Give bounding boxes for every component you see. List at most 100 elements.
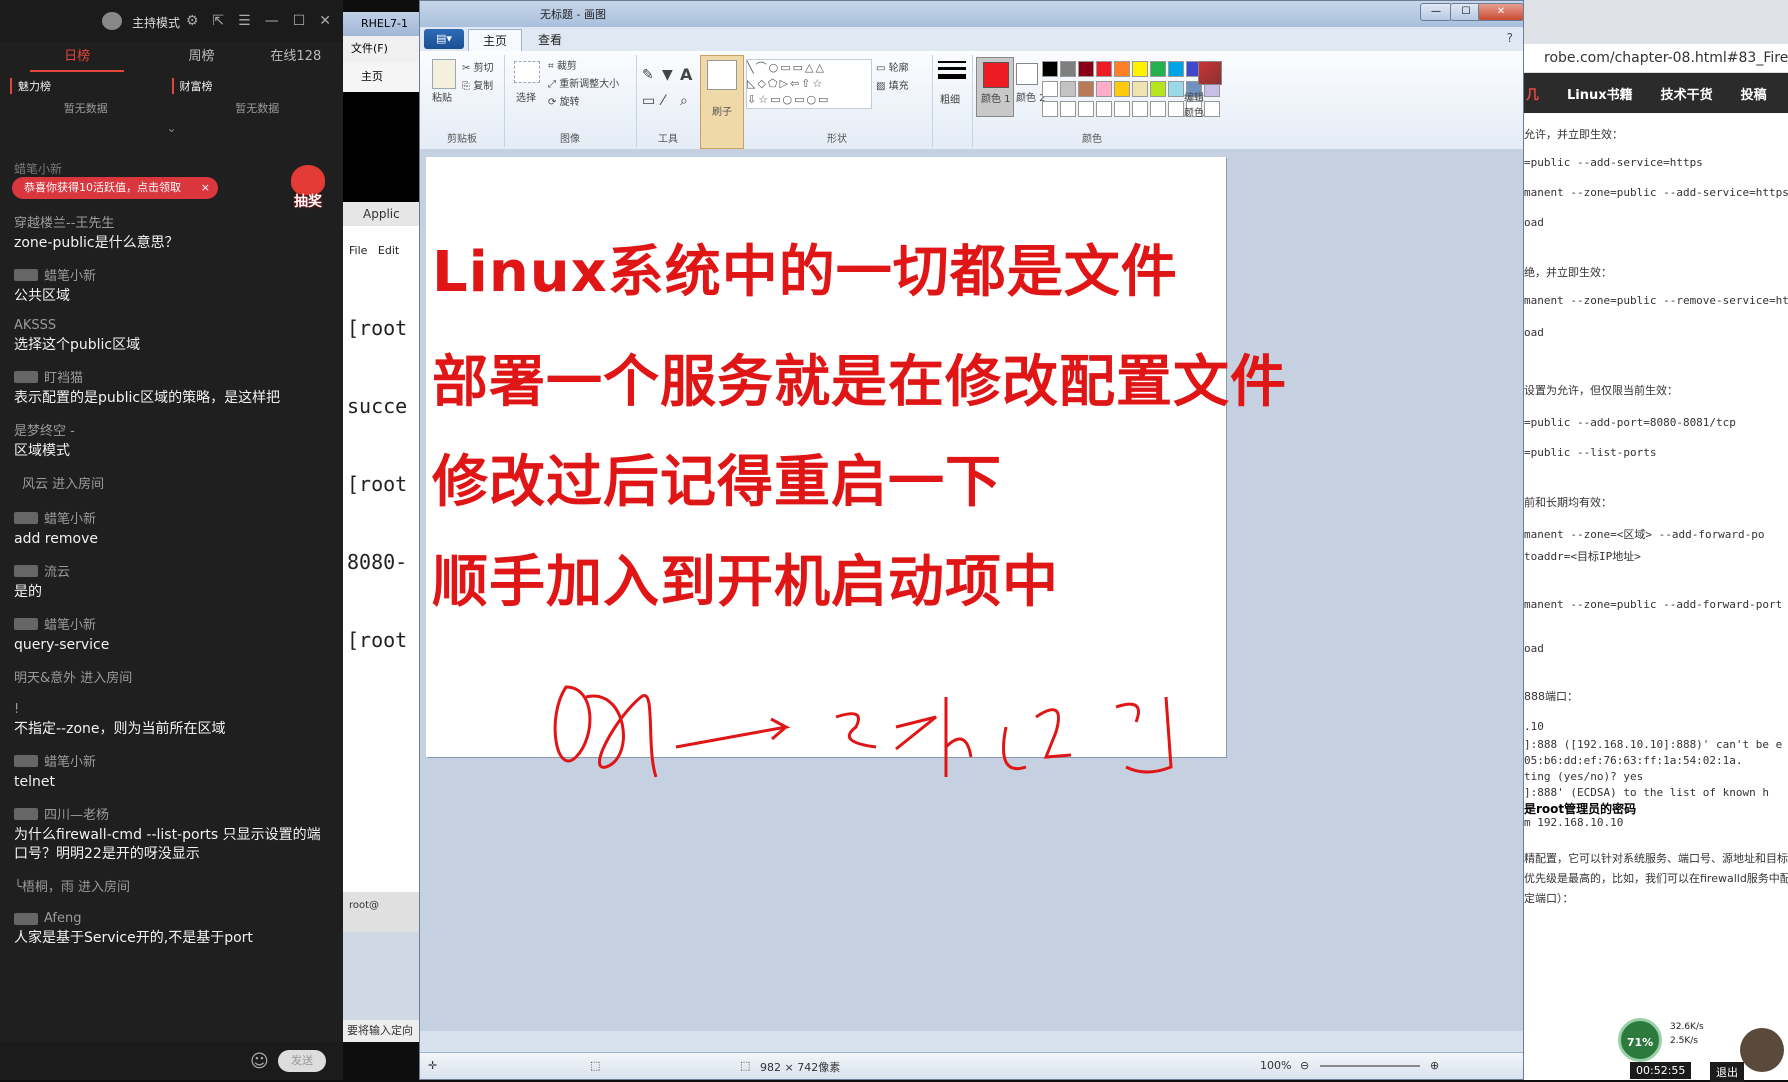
address-bar[interactable]: robe.com/chapter-08.html#83_Firewalld bbox=[1524, 44, 1788, 73]
chat-username[interactable]: 蜡笔小新 bbox=[14, 751, 333, 770]
chat-username[interactable]: 蜡笔小新 bbox=[14, 508, 333, 527]
edit-colors-icon[interactable] bbox=[1198, 61, 1222, 85]
collapse-chevron-icon[interactable]: ⌄ bbox=[0, 122, 343, 134]
eraser-icon[interactable]: ▭ bbox=[642, 93, 655, 109]
applications-menu[interactable]: Applic bbox=[343, 202, 423, 226]
palette-swatch[interactable] bbox=[1078, 61, 1094, 77]
terminal-file-menu[interactable]: File bbox=[349, 244, 367, 257]
paint-menu-button[interactable]: ▤▾ bbox=[424, 29, 464, 49]
help-icon[interactable]: ? bbox=[1507, 31, 1513, 45]
palette-swatch[interactable] bbox=[1168, 81, 1184, 97]
palette-swatch[interactable] bbox=[1132, 81, 1148, 97]
zoom-in-button[interactable]: ⊕ bbox=[1430, 1059, 1439, 1072]
zoom-out-button[interactable]: ⊖ bbox=[1300, 1059, 1309, 1072]
close-icon[interactable]: ✕ bbox=[319, 13, 331, 29]
menu-icon[interactable]: ☰ bbox=[238, 13, 251, 29]
nav-linux-books[interactable]: Linux书籍 bbox=[1567, 84, 1633, 103]
minimize-icon[interactable]: — bbox=[265, 13, 279, 29]
minimize-button[interactable]: — bbox=[1420, 3, 1452, 21]
drawing-canvas[interactable]: Linux系统中的一切都是文件 部署一个服务就是在修改配置文件 修改过后记得重启… bbox=[426, 157, 1286, 778]
settings-icon[interactable]: ⚙ bbox=[186, 13, 199, 29]
reward-banner[interactable]: 恭喜你获得10活跃值，点击领取 × bbox=[12, 177, 218, 199]
palette-swatch[interactable] bbox=[1132, 61, 1148, 77]
palette-swatch[interactable] bbox=[1060, 81, 1076, 97]
chat-username[interactable]: Afeng bbox=[14, 911, 333, 926]
chat-username[interactable]: 蜡笔小新 bbox=[14, 265, 333, 284]
fill-icon[interactable]: ▼ bbox=[662, 67, 673, 83]
palette-swatch[interactable] bbox=[1042, 61, 1058, 77]
palette-swatch-empty[interactable] bbox=[1042, 101, 1058, 117]
palette-swatch[interactable] bbox=[1150, 81, 1166, 97]
paste-icon[interactable] bbox=[432, 59, 456, 89]
palette-swatch[interactable] bbox=[1060, 61, 1076, 77]
magnifier-icon[interactable]: ⌕ bbox=[680, 93, 688, 109]
size-button[interactable]: 粗细 bbox=[932, 55, 973, 147]
chat-username[interactable]: 流云 bbox=[14, 561, 333, 580]
chat-message: Afeng 人家是基于Service开的,不是基于port bbox=[14, 911, 333, 948]
palette-swatch[interactable] bbox=[1168, 61, 1184, 77]
terminal-output[interactable]: [root succe [root 8080- [root bbox=[343, 263, 423, 705]
chat-username[interactable]: ! bbox=[14, 702, 333, 717]
tab-weekly[interactable]: 周榜 bbox=[154, 42, 248, 72]
color1-button[interactable]: 颜色 1 bbox=[976, 57, 1014, 117]
close-icon[interactable]: × bbox=[201, 177, 210, 199]
chat-username[interactable]: 四川—老杨 bbox=[14, 804, 333, 823]
terminal-edit-menu[interactable]: Edit bbox=[378, 244, 399, 257]
select-button[interactable]: 选择 bbox=[516, 89, 536, 104]
popout-icon[interactable]: ⇱ bbox=[212, 13, 224, 29]
close-button[interactable]: ✕ bbox=[1478, 3, 1524, 21]
paste-button[interactable]: 粘贴 bbox=[432, 89, 452, 104]
canvas-text-line: 修改过后记得重启一下 bbox=[432, 450, 1002, 515]
shape-gallery[interactable]: ╲⌒○▭▭△△ ◺◇⬠▷⇦⇧☆ ⇩☆▭○▭○▭ bbox=[746, 59, 872, 109]
maximize-icon[interactable]: ☐ bbox=[293, 13, 306, 29]
send-button[interactable]: 发送 bbox=[278, 1050, 326, 1072]
brush-button[interactable]: 刷子 bbox=[700, 55, 744, 149]
color-picker-icon[interactable]: ⁄ bbox=[662, 93, 664, 109]
nav-tech-articles[interactable]: 技术干货 bbox=[1661, 84, 1713, 103]
zoom-slider[interactable] bbox=[1320, 1065, 1420, 1067]
palette-swatch[interactable] bbox=[1096, 81, 1112, 97]
palette-swatch[interactable] bbox=[1096, 61, 1112, 77]
lottery-button[interactable]: 抽奖 bbox=[288, 165, 328, 215]
chat-username[interactable]: 盯裆猫 bbox=[14, 367, 333, 386]
chat-username[interactable]: 蜡笔小新 bbox=[14, 614, 333, 633]
palette-swatch[interactable] bbox=[1042, 81, 1058, 97]
tab-view[interactable]: 查看 bbox=[524, 29, 576, 51]
palette-swatch-empty[interactable] bbox=[1078, 101, 1094, 117]
outline-button[interactable]: ▭ 轮廓 bbox=[876, 59, 909, 74]
vm-guest-screen[interactable]: Applic File Edit [root succe [root 8080-… bbox=[343, 202, 423, 892]
vm-home-tab[interactable]: 主页 bbox=[343, 62, 423, 93]
palette-swatch-empty[interactable] bbox=[1150, 101, 1166, 117]
cut-button[interactable]: ✂ 剪切 bbox=[462, 59, 494, 74]
crop-button[interactable]: ⌗ 裁剪 bbox=[548, 57, 577, 72]
quit-button[interactable]: 退出 bbox=[1710, 1062, 1744, 1082]
palette-swatch-empty[interactable] bbox=[1060, 101, 1076, 117]
color2-swatch[interactable] bbox=[1016, 63, 1038, 85]
edit-colors-button[interactable]: 编辑颜色 bbox=[1184, 89, 1212, 119]
chat-username[interactable]: 是梦终空 - bbox=[14, 420, 333, 439]
nav-submit[interactable]: 投稿 bbox=[1741, 84, 1767, 103]
palette-swatch[interactable] bbox=[1114, 81, 1130, 97]
taskbar-terminal-item[interactable]: root@ bbox=[349, 900, 423, 911]
text-icon[interactable]: A bbox=[680, 65, 692, 84]
vm-menu-file[interactable]: 文件(F) bbox=[343, 36, 423, 62]
chat-username[interactable]: 穿越楼兰--王先生 bbox=[14, 212, 333, 231]
palette-swatch-empty[interactable] bbox=[1114, 101, 1130, 117]
fill-shape-button[interactable]: ▨ 填充 bbox=[876, 77, 909, 92]
emoji-icon[interactable]: ☺ bbox=[250, 1051, 269, 1072]
tab-daily[interactable]: 日榜 bbox=[30, 42, 125, 72]
tab-online[interactable]: 在线128 bbox=[249, 42, 343, 72]
resize-button[interactable]: ⤢ 重新调整大小 bbox=[548, 75, 619, 90]
copy-button[interactable]: ⎘ 复制 bbox=[462, 77, 493, 92]
palette-swatch-empty[interactable] bbox=[1168, 101, 1184, 117]
palette-swatch-empty[interactable] bbox=[1096, 101, 1112, 117]
palette-swatch[interactable] bbox=[1150, 61, 1166, 77]
palette-swatch[interactable] bbox=[1078, 81, 1094, 97]
pencil-icon[interactable]: ✎ bbox=[642, 67, 654, 83]
tab-home[interactable]: 主页 bbox=[468, 29, 523, 52]
palette-swatch-empty[interactable] bbox=[1132, 101, 1148, 117]
palette-swatch[interactable] bbox=[1114, 61, 1130, 77]
select-icon[interactable] bbox=[514, 61, 540, 83]
rotate-button[interactable]: ⟳ 旋转 bbox=[548, 93, 580, 108]
chat-username[interactable]: AKSSS bbox=[14, 318, 333, 333]
